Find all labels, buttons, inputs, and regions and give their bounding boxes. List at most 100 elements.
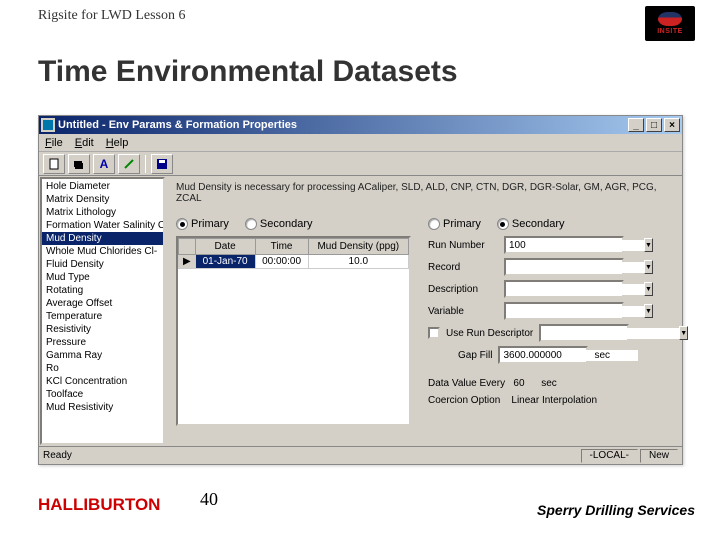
run-number-label: Run Number — [428, 240, 498, 251]
coercion-value: Linear Interpolation — [511, 395, 597, 406]
run-number-combo[interactable]: ▼ — [504, 236, 624, 254]
sidebar-item-temperature[interactable]: Temperature — [42, 310, 163, 323]
cell-time[interactable]: 00:00:00 — [255, 255, 308, 269]
gap-fill-input[interactable] — [500, 350, 638, 361]
page-title: Time Environmental Datasets — [38, 55, 458, 89]
minimize-button[interactable]: _ — [628, 118, 644, 132]
maximize-button[interactable]: □ — [646, 118, 662, 132]
cell-density[interactable]: 10.0 — [308, 255, 408, 269]
menubar: File Edit Help — [39, 134, 682, 152]
radio-primary-right-label: Primary — [443, 218, 481, 230]
app-window: Untitled - Env Params & Formation Proper… — [38, 115, 683, 465]
use-run-descriptor-checkbox[interactable] — [428, 327, 440, 339]
run-descriptor-input[interactable] — [541, 328, 679, 339]
status-new: New — [640, 449, 678, 463]
sidebar-item-mud-type[interactable]: Mud Type — [42, 271, 163, 284]
halliburton-logo: HALLIBURTON — [38, 495, 160, 515]
chevron-down-icon[interactable]: ▼ — [644, 260, 653, 274]
page-number: 40 — [200, 489, 218, 510]
radio-dot-icon — [245, 218, 257, 230]
gap-fill-unit: sec — [594, 350, 610, 361]
variable-input[interactable] — [506, 306, 644, 317]
window-title: Untitled - Env Params & Formation Proper… — [58, 119, 297, 131]
sidebar-item-rotating[interactable]: Rotating — [42, 284, 163, 297]
save-icon[interactable] — [151, 154, 173, 174]
radio-secondary-left[interactable]: Secondary — [245, 218, 313, 230]
titlebar: Untitled - Env Params & Formation Proper… — [39, 116, 682, 134]
description-label: Description — [428, 284, 498, 295]
sidebar-item-ro[interactable]: Ro — [42, 362, 163, 375]
toolbar-separator — [145, 155, 146, 173]
radio-primary-label: Primary — [191, 218, 229, 230]
insite-logo: INSITE — [645, 6, 695, 41]
data-value-every-label: Data Value Every — [428, 378, 505, 389]
use-run-descriptor-label: Use Run Descriptor — [446, 328, 533, 339]
data-value-every: 60 — [513, 378, 524, 389]
sidebar-item-hole-diameter[interactable]: Hole Diameter — [42, 180, 163, 193]
sidebar-item-whole-mud-chlorides[interactable]: Whole Mud Chlorides Cl- — [42, 245, 163, 258]
sidebar-item-toolface[interactable]: Toolface — [42, 388, 163, 401]
sidebar-item-matrix-density[interactable]: Matrix Density — [42, 193, 163, 206]
close-button[interactable]: × — [664, 118, 680, 132]
wand-icon[interactable] — [118, 154, 140, 174]
chevron-down-icon[interactable]: ▼ — [679, 326, 688, 340]
menu-help[interactable]: Help — [106, 137, 129, 149]
info-text: Mud Density is necessary for processing … — [176, 182, 672, 204]
radio-dot-icon — [497, 218, 509, 230]
radio-primary-right[interactable]: Primary — [428, 218, 481, 230]
lesson-header: Rigsite for LWD Lesson 6 — [38, 8, 186, 24]
sidebar-item-fluid-density[interactable]: Fluid Density — [42, 258, 163, 271]
gap-fill-field[interactable] — [498, 346, 588, 364]
sidebar-item-gamma-ray[interactable]: Gamma Ray — [42, 349, 163, 362]
record-label: Record — [428, 262, 498, 273]
app-icon — [41, 118, 55, 132]
sidebar-item-kcl-concentration[interactable]: KCl Concentration — [42, 375, 163, 388]
radio-dot-icon — [176, 218, 188, 230]
wizard-a-icon[interactable]: A — [93, 154, 115, 174]
record-input[interactable] — [506, 262, 644, 273]
run-descriptor-combo[interactable]: ▼ — [539, 324, 629, 342]
new-icon[interactable] — [43, 154, 65, 174]
row-marker[interactable]: ▶ — [179, 255, 196, 269]
description-input[interactable] — [506, 284, 644, 295]
statusbar: Ready -LOCAL- New — [39, 446, 682, 464]
description-combo[interactable]: ▼ — [504, 280, 624, 298]
toolbar: A — [39, 152, 682, 176]
menu-file[interactable]: File — [45, 137, 63, 149]
radio-secondary-right[interactable]: Secondary — [497, 218, 565, 230]
sidebar-item-pressure[interactable]: Pressure — [42, 336, 163, 349]
chevron-down-icon[interactable]: ▼ — [644, 304, 653, 318]
col-time[interactable]: Time — [255, 239, 308, 255]
chevron-down-icon[interactable]: ▼ — [644, 238, 653, 252]
record-combo[interactable]: ▼ — [504, 258, 624, 276]
insite-label: INSITE — [657, 28, 683, 35]
data-value-unit: sec — [541, 378, 557, 389]
col-date[interactable]: Date — [195, 239, 255, 255]
sidebar-item-matrix-lithology[interactable]: Matrix Lithology — [42, 206, 163, 219]
status-local: -LOCAL- — [581, 449, 638, 463]
variable-label: Variable — [428, 306, 498, 317]
coercion-label: Coercion Option — [428, 395, 500, 406]
radio-secondary-label: Secondary — [260, 218, 313, 230]
sidebar-item-mud-density[interactable]: Mud Density — [42, 232, 163, 245]
sidebar-item-resistivity[interactable]: Resistivity — [42, 323, 163, 336]
parameter-list[interactable]: Hole Diameter Matrix Density Matrix Lith… — [40, 177, 165, 445]
menu-edit[interactable]: Edit — [75, 137, 94, 149]
sidebar-item-formation-water-salinity[interactable]: Formation Water Salinity Cl- — [42, 219, 163, 232]
run-number-input[interactable] — [506, 240, 644, 251]
sidebar-item-mud-resistivity[interactable]: Mud Resistivity — [42, 401, 163, 414]
radio-dot-icon — [428, 218, 440, 230]
variable-combo[interactable]: ▼ — [504, 302, 624, 320]
gap-fill-label: Gap Fill — [458, 350, 492, 361]
sperry-logo: Sperry Drilling Services — [537, 502, 695, 518]
open-icon[interactable] — [68, 154, 90, 174]
chevron-down-icon[interactable]: ▼ — [644, 282, 653, 296]
data-table[interactable]: Date Time Mud Density (ppg) ▶ 01-Jan-70 … — [176, 236, 411, 426]
row-marker-header — [179, 239, 196, 255]
main-panel: Mud Density is necessary for processing … — [166, 176, 682, 446]
col-mud-density[interactable]: Mud Density (ppg) — [308, 239, 408, 255]
sidebar-item-average-offset[interactable]: Average Offset — [42, 297, 163, 310]
radio-primary-left[interactable]: Primary — [176, 218, 229, 230]
table-row[interactable]: ▶ 01-Jan-70 00:00:00 10.0 — [179, 255, 409, 269]
cell-date[interactable]: 01-Jan-70 — [195, 255, 255, 269]
